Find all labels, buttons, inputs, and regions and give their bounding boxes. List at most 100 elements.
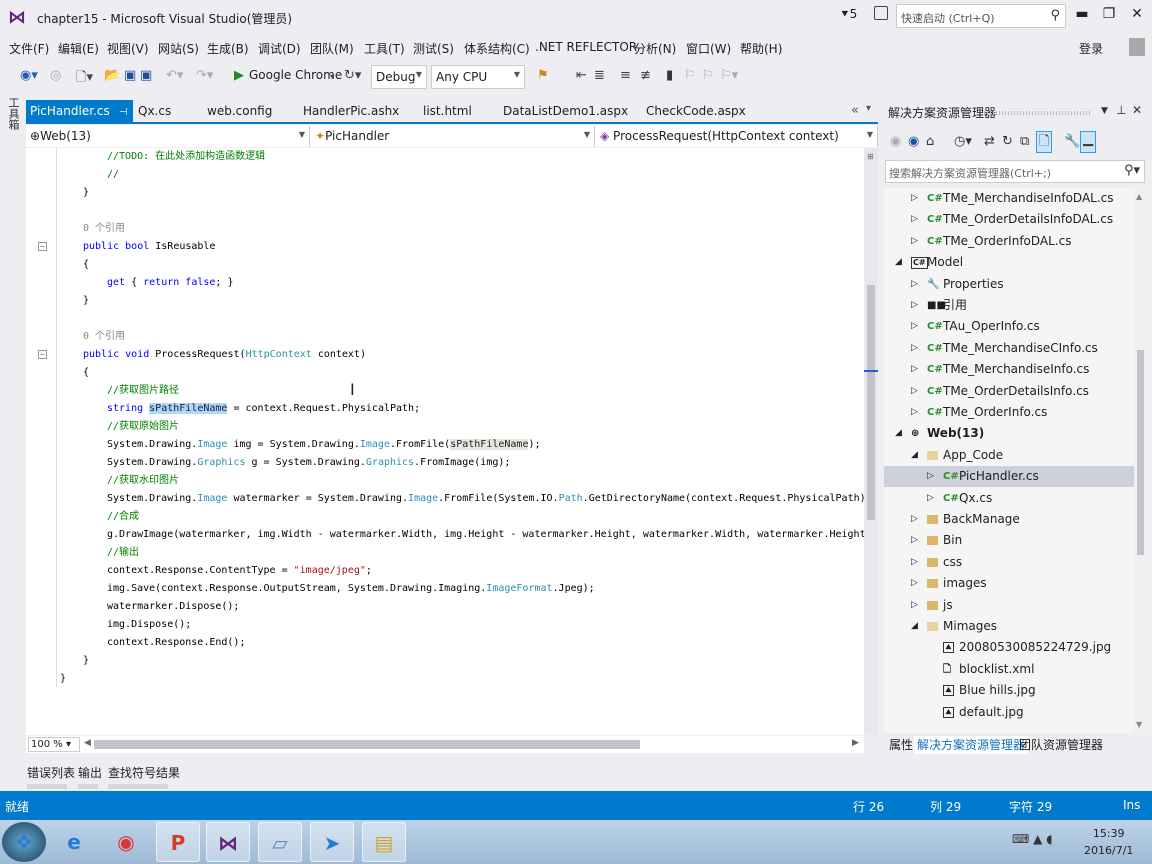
collapsed-arrow-icon[interactable]: ▷ (911, 316, 918, 337)
drag-grip[interactable] (984, 111, 1092, 115)
tab-document[interactable]: web.config (203, 100, 276, 122)
zoom-select[interactable]: 100 % ▾ (28, 737, 80, 752)
collapsed-arrow-icon[interactable]: ▷ (911, 209, 918, 230)
prev-bookmark-icon[interactable]: ⚐ (684, 68, 696, 83)
internet-explorer-icon[interactable]: e (52, 822, 96, 862)
run-target-dropdown-icon[interactable]: ▾ (330, 72, 334, 81)
collapsed-arrow-icon[interactable]: ▷ (911, 274, 918, 295)
notifications-button[interactable]: ⯆5 (840, 7, 857, 22)
collapsed-arrow-icon[interactable]: ▷ (927, 488, 934, 509)
restore-button[interactable]: ❐ (1099, 6, 1119, 22)
expanded-arrow-icon[interactable]: ◢ (895, 252, 902, 273)
expanded-arrow-icon[interactable]: ◢ (895, 423, 902, 444)
tree-item[interactable]: ▷ C# TMe_MerchandiseInfoDAL.cs (884, 188, 1134, 209)
menu-item[interactable]: 分析(N) (634, 40, 676, 57)
menu-item[interactable]: 工具(T) (364, 40, 405, 57)
run-target-button[interactable]: Google Chrome (249, 68, 342, 82)
menu-item[interactable]: 生成(B) (207, 40, 249, 57)
notepad-icon[interactable]: ▱ (258, 822, 302, 862)
tree-item[interactable]: ⛰ Blue hills.jpg (884, 680, 1134, 701)
forward-icon[interactable]: ◉ (908, 134, 919, 149)
tree-item[interactable]: ▷ BackManage (884, 509, 1134, 530)
show-all-files-icon[interactable]: 🗋 (1036, 131, 1053, 153)
tree-item[interactable]: ⛰ default.jpg (884, 702, 1134, 723)
start-button[interactable]: ❖ (2, 822, 46, 862)
menu-item[interactable]: 调试(D) (258, 40, 301, 57)
redo-icon[interactable]: ↷▾ (196, 68, 213, 83)
expanded-arrow-icon[interactable]: ◢ (911, 445, 918, 466)
collapsed-arrow-icon[interactable]: ▷ (911, 338, 918, 359)
collapsed-arrow-icon[interactable]: ▷ (911, 509, 918, 530)
feedback-icon[interactable] (874, 6, 888, 20)
scroll-left-icon[interactable]: ◀ (84, 738, 91, 748)
collapsed-arrow-icon[interactable]: ▷ (911, 573, 918, 594)
horizontal-scrollbar-thumb[interactable] (94, 740, 640, 749)
collapsed-arrow-icon[interactable]: ▷ (911, 552, 918, 573)
collapsed-arrow-icon[interactable]: ▷ (911, 359, 918, 380)
comment-icon[interactable]: ≡ (620, 68, 631, 83)
window-menu-icon[interactable]: ▼ (1101, 106, 1108, 116)
save-icon[interactable]: ▣ (124, 68, 136, 83)
tree-item[interactable]: ▷ C# TMe_MerchandiseCInfo.cs (884, 338, 1134, 359)
close-button[interactable]: ✕ (1127, 6, 1147, 22)
powerpoint-icon[interactable]: P (156, 822, 200, 862)
solution-search-input[interactable]: 搜索解决方案资源管理器(Ctrl+;) ⚲▾ (885, 160, 1145, 183)
tree-item[interactable]: ▷ Bin (884, 530, 1134, 551)
tree-item[interactable]: ▷ C# PicHandler.cs (884, 466, 1134, 488)
collapse-all-icon[interactable]: ⧉ (1020, 134, 1029, 149)
pending-changes-filter-icon[interactable]: ◷▾ (954, 134, 972, 149)
open-file-icon[interactable]: 📂 (104, 68, 120, 83)
collapsed-arrow-icon[interactable]: ▷ (911, 381, 918, 402)
collapsed-arrow-icon[interactable]: ▷ (911, 595, 918, 616)
tab-document[interactable]: list.html (419, 100, 476, 122)
tab-find-symbol-results[interactable]: 查找符号结果 (108, 764, 180, 781)
pin-icon[interactable]: ⊣ (119, 107, 128, 118)
tree-item[interactable]: ▷ css (884, 552, 1134, 573)
tab-solution-explorer[interactable]: 解决方案资源管理器 (914, 736, 1029, 754)
refresh-icon[interactable]: ↻▾ (344, 68, 361, 83)
tree-scrollbar-thumb[interactable] (1137, 350, 1144, 555)
tab-team-explorer[interactable]: 团队资源管理器 (1016, 736, 1106, 753)
tree-item[interactable]: ▷ C# TMe_OrderDetailsInfo.cs (884, 381, 1134, 402)
tree-item[interactable]: ▷ C# TMe_OrderInfo.cs (884, 402, 1134, 423)
quick-launch-input[interactable]: 快速启动 (Ctrl+Q) ⚲ (896, 4, 1066, 28)
next-bookmark-icon[interactable]: ⚐ (702, 68, 714, 83)
collapsed-arrow-icon[interactable]: ▷ (911, 530, 918, 551)
code-editor[interactable]: //TODO: 在此处添加构造函数逻辑 //} 0 个引用 public bool I… (26, 148, 864, 735)
uncomment-icon[interactable]: ≢ (640, 68, 651, 83)
tree-item[interactable]: ◢ ⊕ Web(13) (884, 423, 1134, 444)
close-icon[interactable]: ✕ (1132, 103, 1142, 117)
show-hidden-icons[interactable]: ▲ (1033, 832, 1042, 846)
tab-list-dropdown-icon[interactable]: ▾ (866, 103, 871, 114)
tree-item[interactable]: ⛰ 20080530085224729.jpg (884, 637, 1134, 658)
bookmark-icon[interactable]: ▮ (666, 68, 673, 83)
tree-item[interactable]: ▷ 🔧 Properties (884, 274, 1134, 295)
tab-document[interactable]: HandlerPic.ashx (299, 100, 403, 122)
back-icon[interactable]: ◉ (890, 134, 901, 149)
scroll-up-icon[interactable]: ▲ (1136, 192, 1142, 201)
outdent-icon[interactable]: ≣ (594, 68, 605, 83)
code-lines[interactable]: //TODO: 在此处添加构造函数逻辑 //} 0 个引用 public bool I… (26, 148, 864, 735)
platform-select[interactable]: Any CPU ▼ (431, 65, 525, 89)
tab-overflow-icon[interactable]: « (851, 103, 859, 118)
tab-document[interactable]: Qx.cs (134, 100, 175, 122)
login-link[interactable]: 登录 (1079, 40, 1103, 57)
expanded-arrow-icon[interactable]: ◢ (911, 616, 918, 637)
feiq-messenger-icon[interactable]: ➤ (310, 822, 354, 862)
tree-item[interactable]: ◢ C# Model (884, 252, 1134, 273)
vertical-scrollbar-thumb[interactable] (867, 285, 875, 520)
menu-item[interactable]: 体系结构(C) (464, 40, 530, 57)
member-dropdown[interactable]: ◈ ProcessRequest(HttpContext context) ▼ (596, 126, 878, 147)
new-project-icon[interactable]: 🗋▾ (76, 68, 93, 90)
tree-item[interactable]: ▷ C# Qx.cs (884, 488, 1134, 509)
collapsed-arrow-icon[interactable]: ▷ (911, 402, 918, 423)
refresh-icon[interactable]: ↻ (1002, 134, 1013, 149)
user-avatar[interactable] (1129, 38, 1145, 56)
collapse-toggle-icon[interactable]: − (38, 242, 47, 251)
preview-selected-icon[interactable]: ▁ (1080, 131, 1096, 153)
scroll-down-icon[interactable]: ▼ (1136, 720, 1142, 729)
undo-icon[interactable]: ↶▾ (166, 68, 183, 83)
tree-item[interactable]: ▷ js (884, 595, 1134, 616)
menu-item[interactable]: 网站(S) (158, 40, 199, 57)
tab-properties[interactable]: 属性 (886, 736, 916, 753)
